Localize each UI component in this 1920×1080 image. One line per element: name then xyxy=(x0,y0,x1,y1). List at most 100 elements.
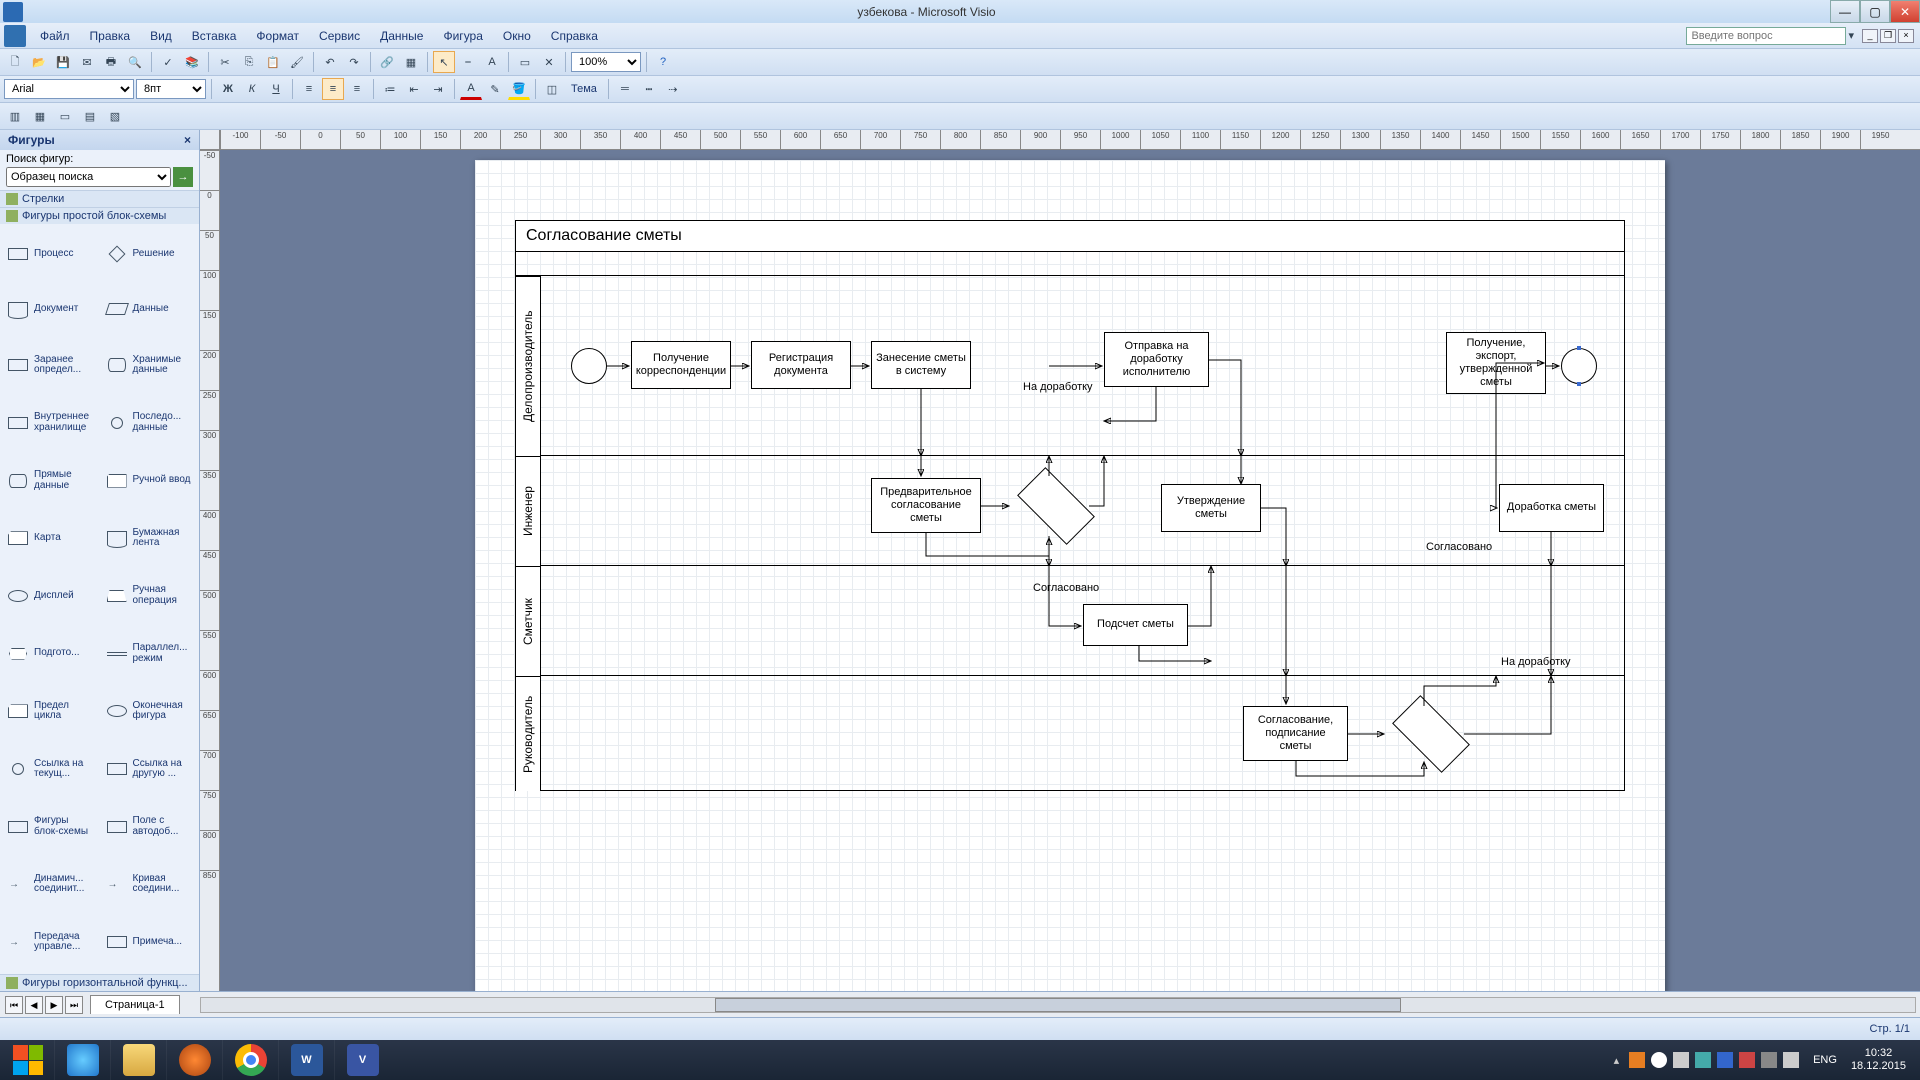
flow-label[interactable]: Согласовано xyxy=(1033,582,1099,594)
shape-item[interactable]: Ручной ввод xyxy=(103,453,196,509)
process-box[interactable]: Регистрация документа xyxy=(751,341,851,389)
decrease-indent-button[interactable]: ⇤ xyxy=(403,78,425,100)
shape-item[interactable]: Последо... данные xyxy=(103,395,196,451)
tray-show-hidden-icon[interactable]: ▴ xyxy=(1614,1054,1620,1067)
shape-item[interactable]: Кривая соедини... xyxy=(103,857,196,913)
doc-close-button[interactable]: × xyxy=(1898,29,1914,43)
shape-item[interactable]: Ссылка на текущ... xyxy=(4,741,97,797)
connection-point-button[interactable]: ✕ xyxy=(538,51,560,73)
tray-icon[interactable] xyxy=(1717,1052,1733,1068)
close-button[interactable]: ✕ xyxy=(1890,0,1920,23)
process-box[interactable]: Утверждение сметы xyxy=(1161,484,1261,532)
minimize-button[interactable]: — xyxy=(1830,0,1860,23)
tray-clock[interactable]: 10:32 18.12.2015 xyxy=(1851,1047,1906,1073)
taskbar-firefox[interactable] xyxy=(166,1040,222,1080)
shape-item[interactable]: Документ xyxy=(4,283,97,336)
taskbar-chrome[interactable] xyxy=(222,1040,278,1080)
paste-button[interactable]: 📋 xyxy=(262,51,284,73)
shapes-search-go-button[interactable]: → xyxy=(173,167,193,187)
bold-button[interactable]: Ж xyxy=(217,78,239,100)
drawing-explorer-button[interactable]: ▤ xyxy=(79,105,101,127)
insert-button[interactable]: ▦ xyxy=(400,51,422,73)
pan-zoom-button[interactable]: ▦ xyxy=(29,105,51,127)
flow-label[interactable]: Согласовано xyxy=(1426,541,1492,553)
shapes-search-combo[interactable]: Образец поиска xyxy=(6,167,171,187)
taskbar-explorer[interactable] xyxy=(110,1040,166,1080)
pointer-tool-button[interactable]: ↖ xyxy=(433,51,455,73)
line-weight-button[interactable]: ═ xyxy=(614,78,636,100)
process-box[interactable]: Отправка на доработку исполнителю xyxy=(1104,332,1209,387)
shape-item[interactable]: Параллел... режим xyxy=(103,626,196,682)
process-box[interactable]: Подсчет сметы xyxy=(1083,604,1188,646)
print-preview-button[interactable]: 🔍 xyxy=(124,51,146,73)
menu-view[interactable]: Вид xyxy=(140,25,182,47)
flow-label[interactable]: На доработку xyxy=(1023,381,1093,393)
shape-item[interactable]: Карта xyxy=(4,510,97,566)
menu-help[interactable]: Справка xyxy=(541,25,608,47)
shape-item[interactable]: Бумажная лента xyxy=(103,510,196,566)
theme-label[interactable]: Тема xyxy=(565,83,603,95)
fill-color-button[interactable]: 🪣 xyxy=(508,78,530,100)
menu-edit[interactable]: Правка xyxy=(80,25,141,47)
font-combo[interactable]: Arial xyxy=(4,79,134,99)
diagram-title[interactable]: Согласование сметы xyxy=(515,220,1625,252)
process-box[interactable]: Получение, экспорт, утвержденной сметы xyxy=(1446,332,1546,394)
size-position-button[interactable]: ▭ xyxy=(54,105,76,127)
line-color-button[interactable]: ✎ xyxy=(484,78,506,100)
shapes-window-button[interactable]: ▥ xyxy=(4,105,26,127)
first-page-button[interactable]: ⏮ xyxy=(5,996,23,1014)
data-button[interactable]: ▧ xyxy=(104,105,126,127)
tray-icon[interactable] xyxy=(1651,1052,1667,1068)
shadow-button[interactable]: ◫ xyxy=(541,78,563,100)
shapes-panel-close-icon[interactable]: × xyxy=(184,133,191,147)
shape-item[interactable]: Передача управле... xyxy=(4,914,97,970)
shape-item[interactable]: Процесс xyxy=(4,228,97,281)
menu-format[interactable]: Формат xyxy=(246,25,309,47)
italic-button[interactable]: К xyxy=(241,78,263,100)
shape-item[interactable]: Фигуры блок-схемы xyxy=(4,799,97,855)
lane-label-3[interactable]: Сметчик xyxy=(515,566,541,676)
flow-label[interactable]: На доработку xyxy=(1501,656,1571,668)
shape-item[interactable]: Данные xyxy=(103,283,196,336)
shape-item[interactable]: Прямые данные xyxy=(4,453,97,509)
stencil-horizontal-func[interactable]: Фигуры горизонтальной функц... xyxy=(0,974,199,991)
shape-item[interactable]: Подгото... xyxy=(4,626,97,682)
zoom-combo[interactable]: 100% xyxy=(571,52,641,72)
shape-item[interactable]: Решение xyxy=(103,228,196,281)
canvas-viewport[interactable]: Согласование сметы Делопроизводитель Пол… xyxy=(220,150,1920,991)
menu-file[interactable]: Файл xyxy=(30,25,80,47)
lane-label-1[interactable]: Делопроизводитель xyxy=(515,276,541,456)
email-button[interactable]: ✉ xyxy=(76,51,98,73)
last-page-button[interactable]: ⏭ xyxy=(65,996,83,1014)
help-button[interactable]: ? xyxy=(652,51,674,73)
tray-icon[interactable] xyxy=(1695,1052,1711,1068)
rectangle-tool-button[interactable]: ▭ xyxy=(514,51,536,73)
link-button[interactable]: 🔗 xyxy=(376,51,398,73)
text-tool-button[interactable]: A xyxy=(481,51,503,73)
tray-volume-icon[interactable] xyxy=(1783,1052,1799,1068)
lane-label-4[interactable]: Руководитель xyxy=(515,676,541,791)
menu-insert[interactable]: Вставка xyxy=(182,25,247,47)
shape-item[interactable]: Динамич... соединит... xyxy=(4,857,97,913)
line-pattern-button[interactable]: ┅ xyxy=(638,78,660,100)
connector-tool-button[interactable]: ⎯ xyxy=(457,51,479,73)
line-ends-button[interactable]: ⇢ xyxy=(662,78,684,100)
research-button[interactable]: 📚 xyxy=(181,51,203,73)
start-button[interactable] xyxy=(2,1040,54,1080)
next-page-button[interactable]: ▶ xyxy=(45,996,63,1014)
process-box[interactable]: Предварительное согласование сметы xyxy=(871,478,981,533)
undo-button[interactable]: ↶ xyxy=(319,51,341,73)
shape-item[interactable]: Ручная операция xyxy=(103,568,196,624)
align-center-button[interactable]: ≡ xyxy=(322,78,344,100)
menu-tools[interactable]: Сервис xyxy=(309,25,370,47)
horizontal-scrollbar[interactable] xyxy=(200,997,1916,1013)
start-shape[interactable] xyxy=(571,348,607,384)
prev-page-button[interactable]: ◀ xyxy=(25,996,43,1014)
open-button[interactable]: 📂 xyxy=(28,51,50,73)
tray-language[interactable]: ENG xyxy=(1809,1052,1841,1068)
stencil-flowchart-shapes[interactable]: Фигуры простой блок-схемы xyxy=(0,207,199,224)
process-box[interactable]: Получение корреспонденции xyxy=(631,341,731,389)
save-button[interactable]: 💾 xyxy=(52,51,74,73)
process-box[interactable]: Доработка сметы xyxy=(1499,484,1604,532)
doc-restore-button[interactable]: ❐ xyxy=(1880,29,1896,43)
